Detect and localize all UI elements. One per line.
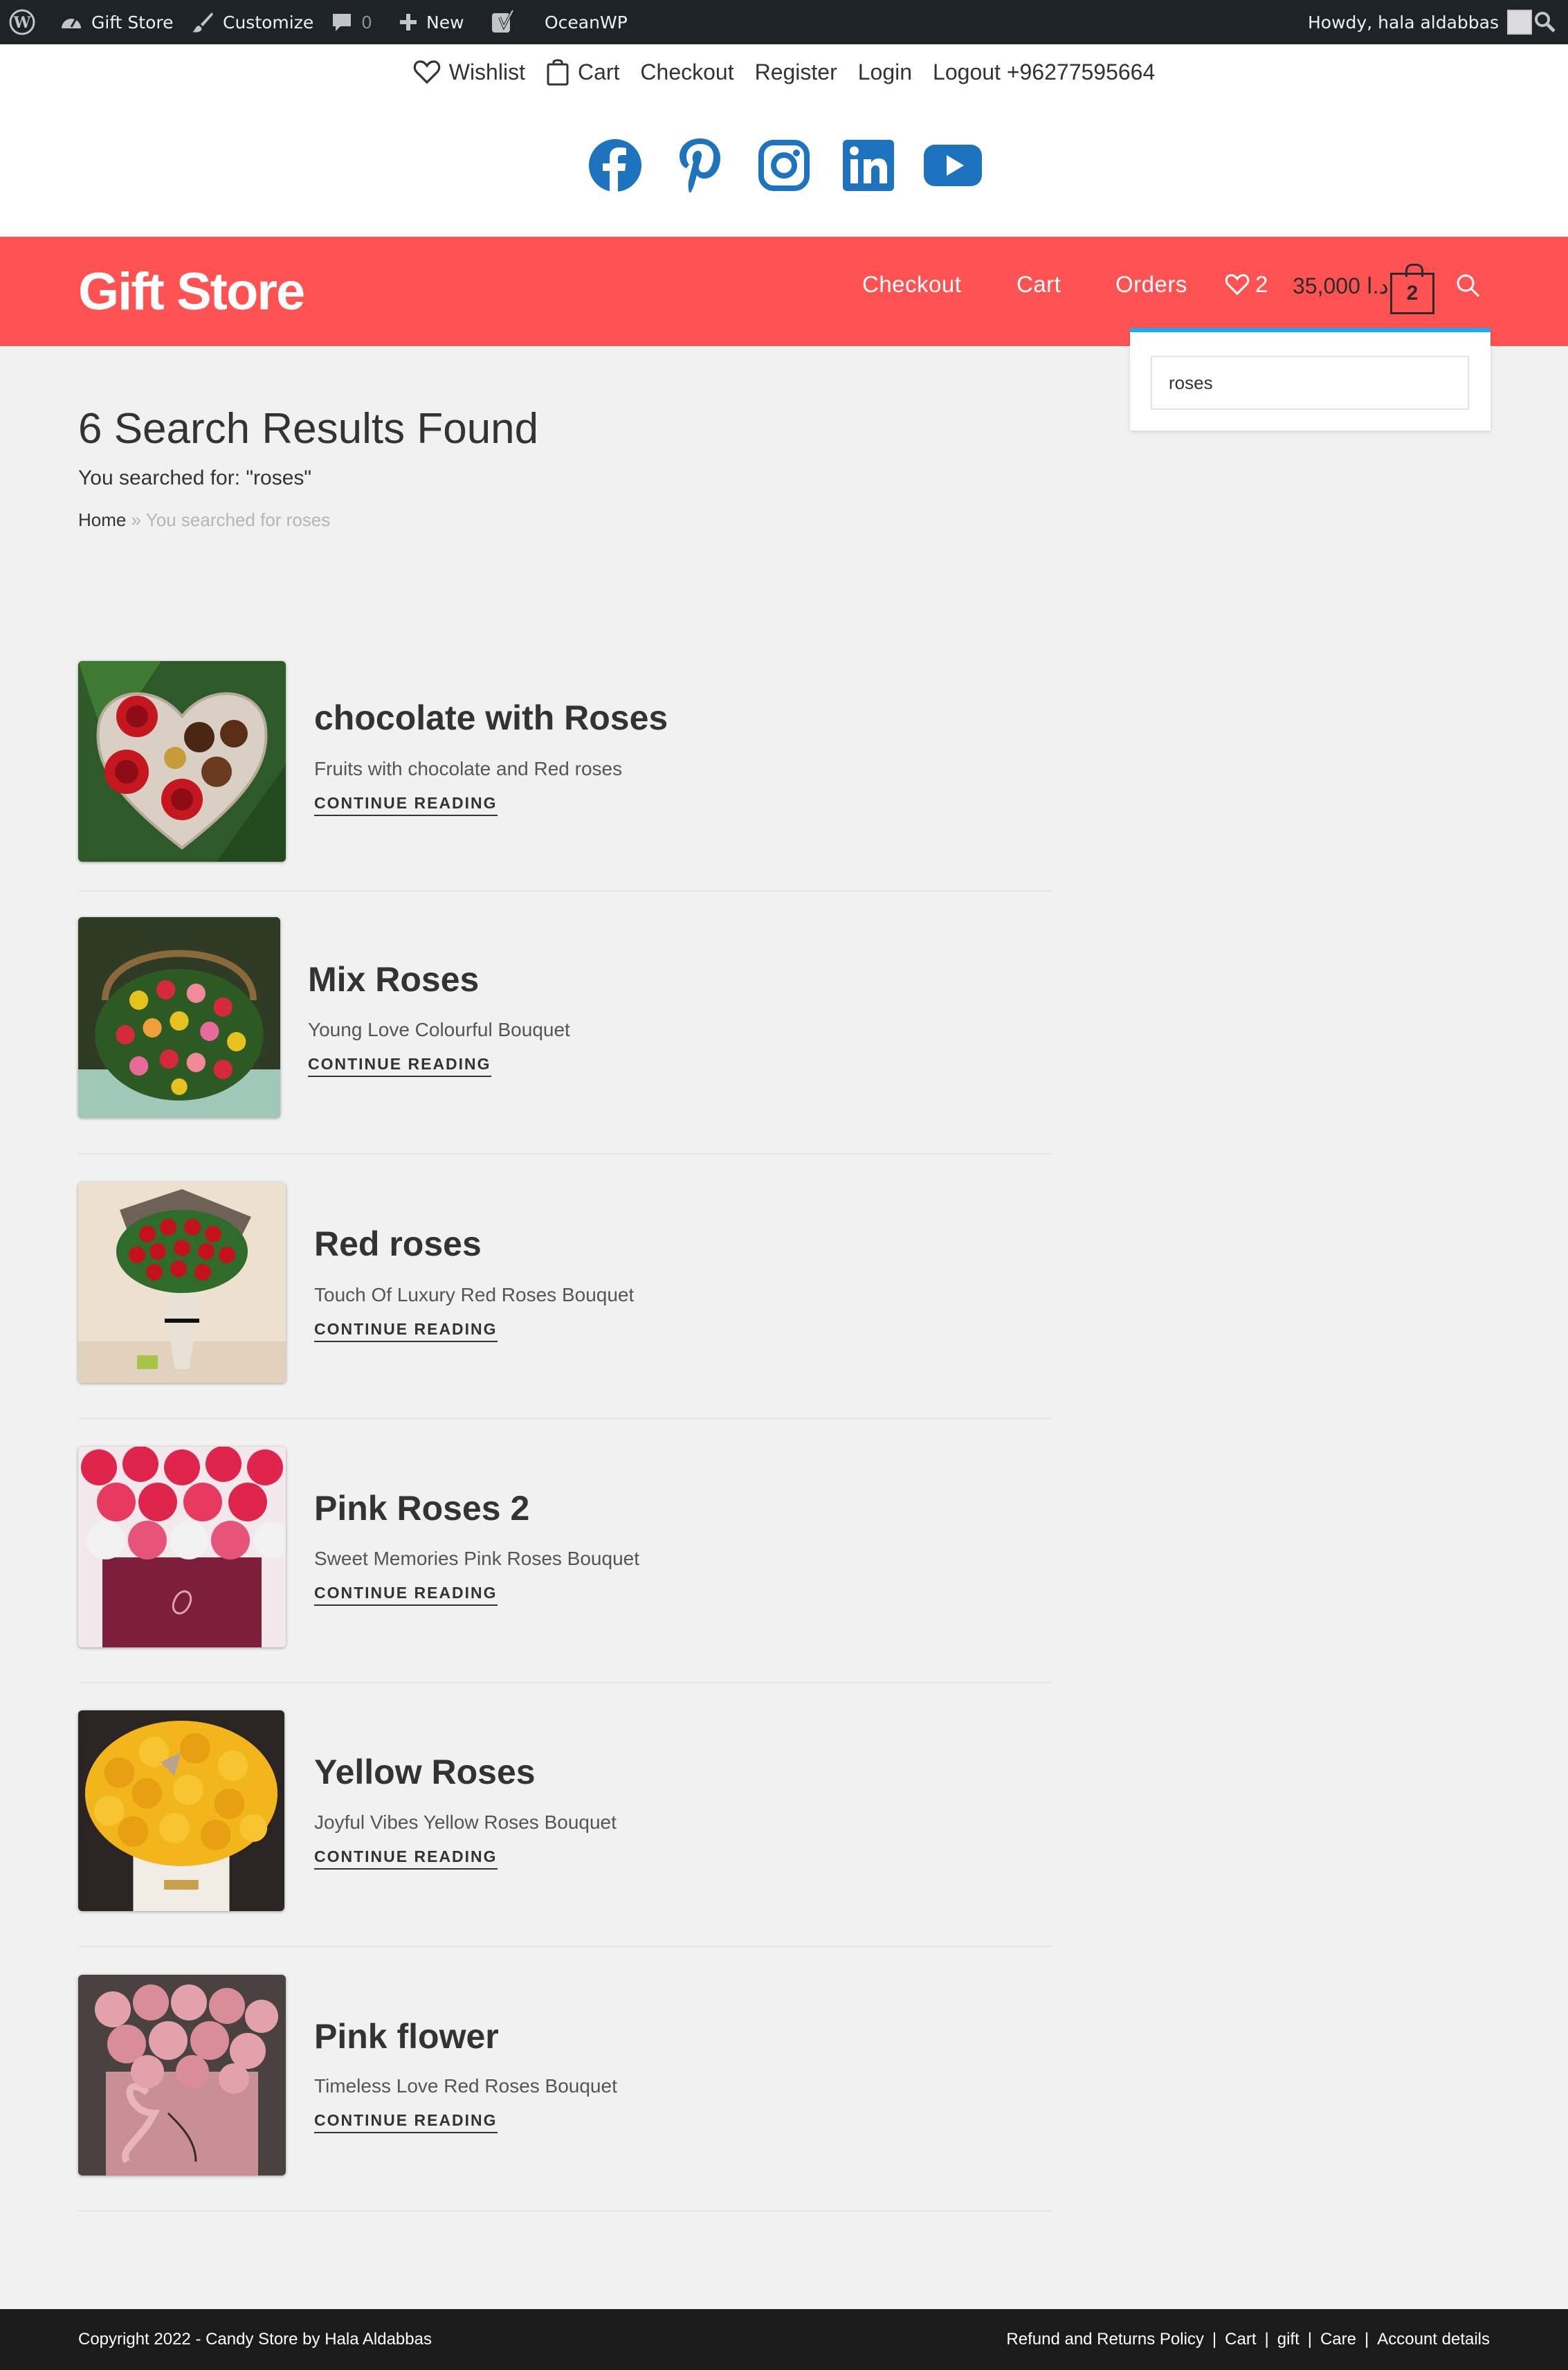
result-title[interactable]: Red roses (314, 1224, 482, 1264)
footer-link-cart[interactable]: Cart (1225, 2330, 1256, 2349)
header-wishlist[interactable]: 2 (1225, 271, 1268, 298)
adminbar-new-label: New (426, 12, 464, 33)
result-thumbnail-mix-roses[interactable] (78, 917, 280, 1118)
site-footer: Copyright 2022 - Candy Store by Hala Ald… (0, 2309, 1568, 2370)
breadcrumb-separator: » (131, 509, 142, 530)
result-title[interactable]: Yellow Roses (314, 1752, 536, 1792)
adminbar-theme[interactable]: OceanWP (545, 0, 628, 44)
svg-text:W: W (13, 14, 31, 32)
dashboard-icon (62, 18, 81, 28)
footer-separator: | (1264, 2330, 1269, 2349)
adminbar-new[interactable]: New (399, 0, 464, 44)
nav-checkout[interactable]: Checkout (862, 271, 961, 298)
result-excerpt: Joyful Vibes Yellow Roses Bouquet (314, 1811, 617, 1833)
instagram-icon[interactable] (753, 134, 815, 197)
topmenu-wishlist[interactable]: Wishlist (413, 60, 525, 85)
topmenu-checkout[interactable]: Checkout (640, 60, 733, 85)
adminbar-account[interactable]: Howdy, hala aldabbas (1308, 0, 1533, 44)
plus-icon (400, 14, 417, 30)
result-thumbnail-yellow-roses[interactable] (78, 1710, 284, 1911)
continue-reading-link[interactable]: CONTINUE READING (314, 1320, 498, 1342)
avatar (1507, 10, 1533, 35)
header-wishlist-count: 2 (1255, 271, 1268, 297)
footer-menu: Refund and Returns Policy | Cart | gift … (1006, 2330, 1490, 2349)
topmenu-cart-label: Cart (577, 59, 620, 84)
adminbar-customize-label: Customize (223, 12, 314, 33)
brush-icon (192, 12, 213, 33)
page-title: 6 Search Results Found (78, 405, 539, 453)
youtube-icon[interactable] (922, 134, 984, 197)
footer-link-account-details[interactable]: Account details (1377, 2330, 1490, 2349)
result-excerpt: Young Love Colourful Bouquet (308, 1019, 570, 1040)
result-excerpt: Touch Of Luxury Red Roses Bouquet (314, 1284, 635, 1305)
admin-bar: W Gift Store Customize 0 New OceanWP How… (0, 0, 1568, 44)
breadcrumb-current: You searched for roses (145, 509, 331, 530)
result-thumbnail-pink-roses-2[interactable] (78, 1447, 286, 1647)
result-thumbnail-chocolate-roses[interactable] (78, 661, 286, 862)
cart-count: 2 (1406, 282, 1419, 305)
heart-icon (1225, 274, 1250, 296)
result-excerpt: Timeless Love Red Roses Bouquet (314, 2075, 617, 2097)
continue-reading-link[interactable]: CONTINUE READING (314, 794, 498, 816)
topmenu-register[interactable]: Register (755, 60, 837, 85)
result-title[interactable]: chocolate with Roses (314, 698, 668, 738)
facebook-icon[interactable] (584, 134, 646, 197)
shopping-bag-icon (547, 59, 569, 86)
adminbar-site-name: Gift Store (91, 12, 174, 33)
search-result: Mix Roses Young Love Colourful Bouquet C… (78, 892, 1052, 1155)
footer-link-care[interactable]: Care (1320, 2330, 1356, 2349)
search-result: chocolate with Roses Fruits with chocola… (78, 628, 1052, 892)
footer-separator: | (1365, 2330, 1369, 2349)
breadcrumb-home[interactable]: Home (78, 509, 126, 530)
comment-icon (333, 14, 351, 31)
topmenu-cart[interactable]: Cart (546, 58, 619, 86)
result-title[interactable]: Mix Roses (308, 959, 479, 999)
footer-separator: | (1307, 2330, 1312, 2349)
footer-link-refund-policy[interactable]: Refund and Returns Policy (1006, 2330, 1204, 2349)
wordpress-logo-icon[interactable]: W (8, 0, 36, 44)
result-excerpt: Fruits with chocolate and Red roses (314, 758, 623, 779)
search-toggle-icon[interactable] (1455, 273, 1482, 302)
top-bar: Wishlist Cart Checkout Register Login Lo… (0, 44, 1568, 237)
adminbar-comments-count: 0 (361, 12, 372, 33)
social-links (0, 134, 1568, 197)
result-thumbnail-red-roses[interactable] (78, 1182, 286, 1383)
search-result: Yellow Roses Joyful Vibes Yellow Roses B… (78, 1684, 1052, 1947)
adminbar-site-link[interactable]: Gift Store (60, 0, 174, 44)
result-thumbnail-pink-flower[interactable] (78, 1975, 286, 2175)
cart-amount[interactable]: د.ا 35,000 (1293, 273, 1389, 299)
copyright-text: Copyright 2022 - Candy Store by Hala Ald… (78, 2330, 432, 2349)
nav-cart[interactable]: Cart (1017, 271, 1061, 298)
continue-reading-link[interactable]: CONTINUE READING (308, 1055, 491, 1077)
search-result: Red roses Touch Of Luxury Red Roses Bouq… (78, 1156, 1052, 1419)
adminbar-howdy: Howdy, hala aldabbas (1308, 12, 1499, 33)
search-input[interactable] (1151, 356, 1469, 410)
continue-reading-link[interactable]: CONTINUE READING (314, 1584, 498, 1606)
breadcrumb: Home » You searched for roses (78, 509, 330, 531)
search-result: Pink flower Timeless Love Red Roses Bouq… (78, 1948, 1052, 2211)
cart-count-icon[interactable]: 2 (1390, 264, 1434, 314)
pinterest-icon[interactable] (668, 134, 731, 197)
result-excerpt: Sweet Memories Pink Roses Bouquet (314, 1548, 639, 1569)
yoast-icon[interactable] (490, 0, 516, 44)
adminbar-customize[interactable]: Customize (191, 0, 313, 44)
search-dropdown (1130, 328, 1490, 431)
footer-link-gift[interactable]: gift (1277, 2330, 1300, 2349)
result-title[interactable]: Pink flower (314, 2016, 499, 2056)
heart-icon (413, 60, 440, 84)
nav-orders[interactable]: Orders (1115, 271, 1187, 298)
adminbar-search-icon[interactable] (1533, 0, 1557, 44)
topmenu-logout[interactable]: Logout +96277595664 (933, 60, 1155, 85)
topmenu-wishlist-label: Wishlist (448, 59, 525, 84)
continue-reading-link[interactable]: CONTINUE READING (314, 2111, 498, 2133)
search-result: Pink Roses 2 Sweet Memories Pink Roses B… (78, 1420, 1052, 1683)
page-subheading: You searched for: "roses" (78, 467, 312, 489)
footer-separator: | (1212, 2330, 1217, 2349)
top-menu: Wishlist Cart Checkout Register Login Lo… (0, 58, 1568, 86)
topmenu-login[interactable]: Login (858, 60, 912, 85)
result-title[interactable]: Pink Roses 2 (314, 1488, 529, 1528)
adminbar-comments[interactable]: 0 (331, 0, 372, 44)
linkedin-icon[interactable] (837, 134, 900, 197)
continue-reading-link[interactable]: CONTINUE READING (314, 1847, 498, 1870)
